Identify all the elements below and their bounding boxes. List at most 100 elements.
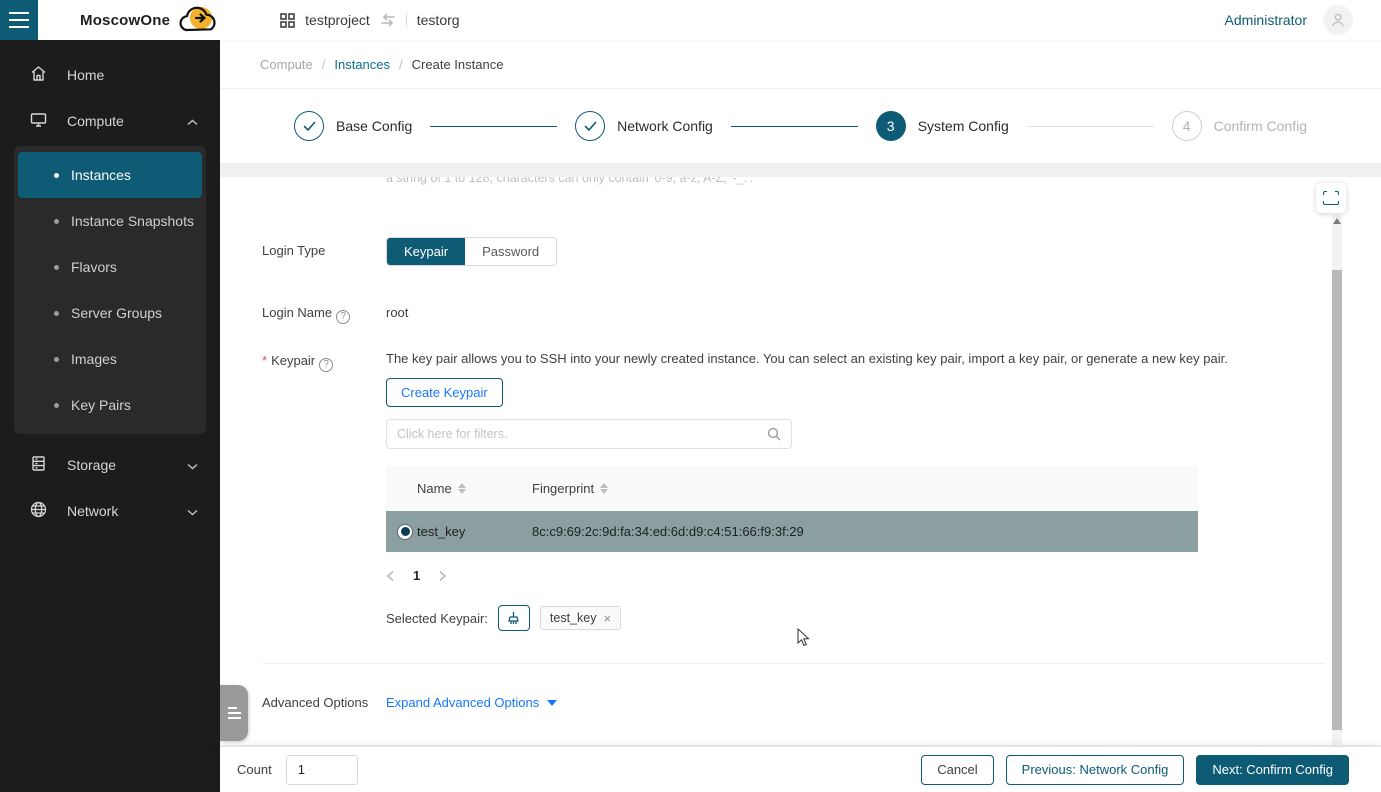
step-connector: [1027, 126, 1154, 127]
sidebar-item-instances[interactable]: Instances: [18, 152, 202, 198]
cell-fingerprint: 8c:c9:69:2c:9d:fa:34:ed:6d:d9:c4:51:66:f…: [532, 524, 1198, 539]
sidebar-item-key-pairs[interactable]: Key Pairs: [18, 382, 202, 428]
bullet-icon: [54, 403, 59, 408]
login-type-keypair-option[interactable]: Keypair: [387, 238, 465, 265]
login-type-row: Login Type Keypair Password: [262, 237, 1321, 266]
check-icon: [575, 111, 605, 141]
vertical-scrollbar[interactable]: [1332, 215, 1342, 745]
sidebar-item-label: Server Groups: [71, 305, 162, 321]
login-type-password-option[interactable]: Password: [465, 238, 556, 265]
sort-icon[interactable]: [600, 483, 608, 494]
step-number: 4: [1172, 111, 1202, 141]
step-confirm-config[interactable]: 4 Confirm Config: [1172, 111, 1307, 141]
sidebar-item-images[interactable]: Images: [18, 336, 202, 382]
scroll-up-icon[interactable]: [1333, 218, 1341, 224]
login-name-value: root: [386, 299, 1321, 324]
radio-selected-icon[interactable]: [397, 524, 413, 540]
keypair-description: The key pair allows you to SSH into your…: [386, 351, 1321, 366]
pagination: 1: [386, 568, 1321, 583]
previous-step-button[interactable]: Previous: Network Config: [1006, 755, 1185, 785]
step-network-config[interactable]: Network Config: [575, 111, 713, 141]
hostname-hint-clipped: a string of 1 to 128, characters can onl…: [386, 177, 753, 191]
fullscreen-icon: [1323, 191, 1339, 205]
login-type-segmented: Keypair Password: [386, 237, 557, 266]
drawer-handle[interactable]: [220, 685, 248, 741]
section-divider: [262, 663, 1325, 664]
step-label: Base Config: [336, 118, 412, 134]
fullscreen-button[interactable]: [1316, 183, 1346, 213]
system-config-form: a string of 1 to 128, characters can onl…: [220, 177, 1381, 745]
column-name: Name: [417, 481, 452, 496]
tag-close-icon[interactable]: ×: [603, 611, 611, 626]
create-keypair-button[interactable]: Create Keypair: [386, 378, 503, 407]
filter-input[interactable]: [397, 427, 767, 441]
hamburger-menu-icon[interactable]: [0, 0, 38, 40]
compute-icon: [30, 111, 47, 131]
expand-advanced-options-link[interactable]: Expand Advanced Options: [386, 689, 557, 710]
clear-selection-button[interactable]: [498, 605, 530, 631]
sidebar-item-label: Compute: [67, 113, 167, 129]
avatar[interactable]: [1323, 5, 1353, 35]
sidebar-item-label: Instances: [71, 167, 131, 183]
sidebar: Home Compute Instances Instance Snapshot…: [0, 40, 220, 792]
next-step-button[interactable]: Next: Confirm Config: [1196, 755, 1349, 785]
sidebar-item-label: Instance Snapshots: [71, 213, 194, 229]
project-name[interactable]: testproject: [305, 12, 370, 28]
sidebar-item-home[interactable]: Home: [0, 52, 220, 98]
chevron-down-icon: [187, 457, 198, 473]
advanced-options-row: Advanced Options Expand Advanced Options: [262, 689, 1321, 712]
step-system-config[interactable]: 3 System Config: [876, 111, 1009, 141]
table-row[interactable]: test_key 8c:c9:69:2c:9d:fa:34:ed:6d:d9:c…: [386, 511, 1198, 552]
login-type-label: Login Type: [262, 237, 386, 266]
divider: [406, 13, 407, 27]
sidebar-item-label: Flavors: [71, 259, 117, 275]
advanced-options-label: Advanced Options: [262, 689, 386, 712]
step-label: Network Config: [617, 118, 713, 134]
sort-icon[interactable]: [458, 483, 466, 494]
search-icon[interactable]: [767, 427, 781, 441]
help-icon[interactable]: ?: [319, 358, 333, 372]
column-fingerprint: Fingerprint: [532, 481, 594, 496]
required-asterisk: *: [262, 353, 267, 368]
scrollbar-thumb[interactable]: [1332, 270, 1342, 730]
step-base-config[interactable]: Base Config: [294, 111, 412, 141]
sidebar-item-flavors[interactable]: Flavors: [18, 244, 202, 290]
step-connector: [731, 126, 858, 127]
keypair-tag: test_key ×: [540, 606, 621, 630]
sidebar-item-instance-snapshots[interactable]: Instance Snapshots: [18, 198, 202, 244]
brand-name: MoscowOne: [80, 12, 170, 29]
broom-icon: [506, 611, 521, 626]
page-number[interactable]: 1: [413, 568, 420, 583]
sidebar-item-storage[interactable]: Storage: [0, 442, 220, 488]
keypair-filter: [386, 419, 792, 449]
count-input[interactable]: [286, 755, 358, 785]
tag-label: test_key: [550, 611, 597, 625]
cancel-button[interactable]: Cancel: [921, 755, 993, 785]
user-role[interactable]: Administrator: [1225, 12, 1307, 28]
grid-icon: [280, 13, 295, 28]
sidebar-item-network[interactable]: Network: [0, 488, 220, 534]
login-name-label: Login Name?: [262, 299, 386, 324]
help-icon[interactable]: ?: [336, 310, 350, 324]
breadcrumb-separator: /: [322, 57, 326, 72]
login-name-row: Login Name? root: [262, 299, 1321, 324]
sidebar-item-server-groups[interactable]: Server Groups: [18, 290, 202, 336]
breadcrumb-instances-link[interactable]: Instances: [334, 57, 390, 72]
prev-page-icon[interactable]: [386, 570, 395, 582]
bullet-icon: [54, 265, 59, 270]
compute-submenu: Instances Instance Snapshots Flavors Ser…: [14, 146, 206, 434]
breadcrumb-current: Create Instance: [412, 57, 504, 72]
project-switcher: testproject testorg: [280, 12, 459, 28]
selected-keypair-row: Selected Keypair: test_key ×: [386, 605, 1321, 631]
org-name: testorg: [417, 12, 460, 28]
bullet-icon: [54, 173, 59, 178]
switch-project-icon[interactable]: [380, 13, 396, 27]
step-number: 3: [876, 111, 906, 141]
sidebar-item-compute[interactable]: Compute: [0, 98, 220, 144]
globe-icon: [30, 501, 47, 521]
caret-down-icon: [547, 700, 557, 706]
keypair-table: Name Fingerprint test_key 8c:c: [386, 466, 1198, 552]
check-icon: [294, 111, 324, 141]
breadcrumb: Compute / Instances / Create Instance: [220, 40, 1381, 89]
next-page-icon[interactable]: [438, 570, 447, 582]
